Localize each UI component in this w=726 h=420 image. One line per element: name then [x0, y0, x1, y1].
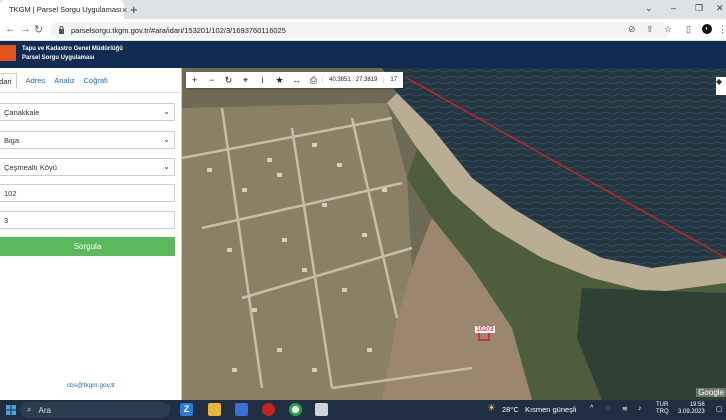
omnibox[interactable]: parselsorgu.tkgm.gov.tr/#ara/idari/15320…: [50, 22, 670, 38]
header-subtitle: Parsel Sorgu Uygulaması: [22, 55, 95, 61]
clock-time: 19:56: [689, 402, 705, 408]
file-explorer-icon[interactable]: [208, 403, 221, 416]
weather-temp[interactable]: 28°C: [502, 405, 519, 414]
parcel-label: 102/3: [475, 326, 495, 333]
app-icon[interactable]: [315, 403, 328, 416]
district-value: Biga: [4, 135, 20, 145]
network-icon[interactable]: ◌: [606, 405, 610, 412]
tab-cografi[interactable]: Coğrafi: [84, 73, 108, 89]
tab-close-icon[interactable]: ×: [122, 5, 127, 15]
taskbar-search[interactable]: ⌕ Ara: [20, 402, 170, 418]
map-toolbar: + − ↻ ⌖ i ★ ↔ ⎙ 40.3851 : 27.3819 17: [186, 72, 404, 88]
map-imagery: [182, 68, 726, 400]
app-header: Tapu ve Kadastro Genel Müdürlüğü Parsel …: [0, 41, 726, 68]
eye-off-icon[interactable]: ⊘: [628, 24, 636, 35]
tkgm-logo: [0, 45, 16, 61]
contact-email-link[interactable]: cbs@tkgm.gov.tr: [0, 382, 182, 389]
volume-icon[interactable]: ♪: [638, 405, 642, 412]
store-icon[interactable]: [235, 403, 248, 416]
language-indicator[interactable]: TUR TRQ: [656, 402, 669, 416]
system-clock[interactable]: 19:56 3.09.2023: [678, 402, 705, 416]
weather-icon: ☀: [487, 403, 496, 414]
block-number-value: 102: [4, 188, 17, 198]
layers-icon[interactable]: ◆: [716, 77, 726, 95]
site-info-icon[interactable]: [58, 26, 65, 34]
locate-icon[interactable]: ⌖: [237, 75, 254, 86]
windows-taskbar: ⌕ Ara Z ☀ 28°C Kısmen güneşli ^ ◌ ≋ ♪ TU…: [0, 400, 726, 420]
notifications-icon[interactable]: ▢: [716, 405, 723, 413]
minimize-icon[interactable]: –: [671, 3, 676, 13]
menu-icon[interactable]: ⋮: [718, 24, 726, 35]
tab-idari[interactable]: İdari: [0, 73, 17, 89]
share-icon[interactable]: ⇪: [646, 24, 654, 35]
search-label: Ara: [38, 405, 51, 415]
block-number-input[interactable]: 102: [0, 184, 175, 202]
refresh-icon[interactable]: ↻: [220, 75, 237, 86]
tab-analiz[interactable]: Analiz: [54, 73, 74, 89]
satellite-map[interactable]: + − ↻ ⌖ i ★ ↔ ⎙ 40.3851 : 27.3819 17 102…: [182, 68, 726, 400]
sorgula-button[interactable]: Sorgula: [0, 237, 175, 256]
info-icon[interactable]: i: [254, 75, 271, 85]
query-sidebar: İdari Adres Analiz Coğrafi Çanakkale ⌄ B…: [0, 68, 182, 400]
tab-title: TKGM | Parsel Sorgu Uygulaması: [9, 5, 122, 14]
tray-chevron-icon[interactable]: ^: [590, 405, 593, 412]
neighborhood-value: Çeşmealtı Köyü: [4, 162, 57, 172]
reload-icon[interactable]: ↻: [34, 23, 43, 36]
zoom-app-icon[interactable]: Z: [180, 403, 193, 416]
language-code: TUR: [656, 402, 669, 408]
windows-start-icon[interactable]: [6, 405, 16, 415]
measure-icon[interactable]: ↔: [288, 75, 305, 85]
profile-avatar[interactable]: ◐: [702, 24, 712, 34]
chevron-down-icon: ⌄: [163, 162, 170, 171]
browser-tab-bar: TKGM | Parsel Sorgu Uygulaması × + ⌄ – ❐…: [0, 0, 726, 19]
chrome-icon[interactable]: [289, 403, 302, 416]
clock-date: 3.09.2023: [678, 409, 705, 415]
zoom-in-icon[interactable]: +: [186, 75, 203, 85]
weather-text[interactable]: Kısmen güneşli: [525, 405, 576, 414]
neighborhood-select[interactable]: Çeşmealtı Köyü ⌄: [0, 158, 175, 176]
tab-adres[interactable]: Adres: [26, 73, 46, 89]
chevron-down-icon: ⌄: [163, 107, 170, 116]
browser-tab[interactable]: TKGM | Parsel Sorgu Uygulaması ×: [0, 0, 127, 19]
parcel-number-value: 3: [4, 215, 9, 225]
back-icon[interactable]: ←: [5, 23, 16, 35]
close-window-icon[interactable]: ✕: [716, 3, 724, 14]
province-value: Çanakkale: [4, 107, 40, 117]
wifi-icon[interactable]: ≋: [622, 405, 628, 413]
favorite-star-icon[interactable]: ★: [271, 75, 288, 86]
map-attribution: Google: [696, 388, 726, 397]
url-text: parselsorgu.tkgm.gov.tr/#ara/idari/15320…: [71, 25, 286, 35]
keyboard-layout: TRQ: [656, 409, 669, 415]
new-tab-icon[interactable]: +: [130, 2, 138, 17]
forward-icon[interactable]: →: [20, 23, 31, 35]
address-bar-row: ← → ↻ parselsorgu.tkgm.gov.tr/#ara/idari…: [0, 19, 726, 41]
tab-search-chevron-icon[interactable]: ⌄: [645, 3, 653, 14]
province-select[interactable]: Çanakkale ⌄: [0, 103, 175, 121]
parcel-number-input[interactable]: 3: [0, 211, 175, 229]
chevron-down-icon: ⌄: [163, 135, 170, 144]
print-icon[interactable]: ⎙: [305, 75, 322, 86]
search-icon: ⌕: [27, 405, 32, 414]
maximize-icon[interactable]: ❐: [695, 3, 703, 14]
zoom-level-readout: 17: [383, 77, 403, 83]
zoom-out-icon[interactable]: −: [203, 75, 220, 85]
opera-icon[interactable]: [262, 403, 275, 416]
side-panel-icon[interactable]: ▯: [686, 24, 691, 35]
bookmark-star-icon[interactable]: ☆: [664, 24, 672, 35]
sidebar-tabs: İdari Adres Analiz Coğrafi: [0, 73, 117, 89]
coordinate-readout: 40.3851 : 27.3819: [322, 77, 383, 83]
tab-divider: [0, 92, 182, 93]
district-select[interactable]: Biga ⌄: [0, 131, 175, 149]
header-title: Tapu ve Kadastro Genel Müdürlüğü: [22, 46, 123, 52]
